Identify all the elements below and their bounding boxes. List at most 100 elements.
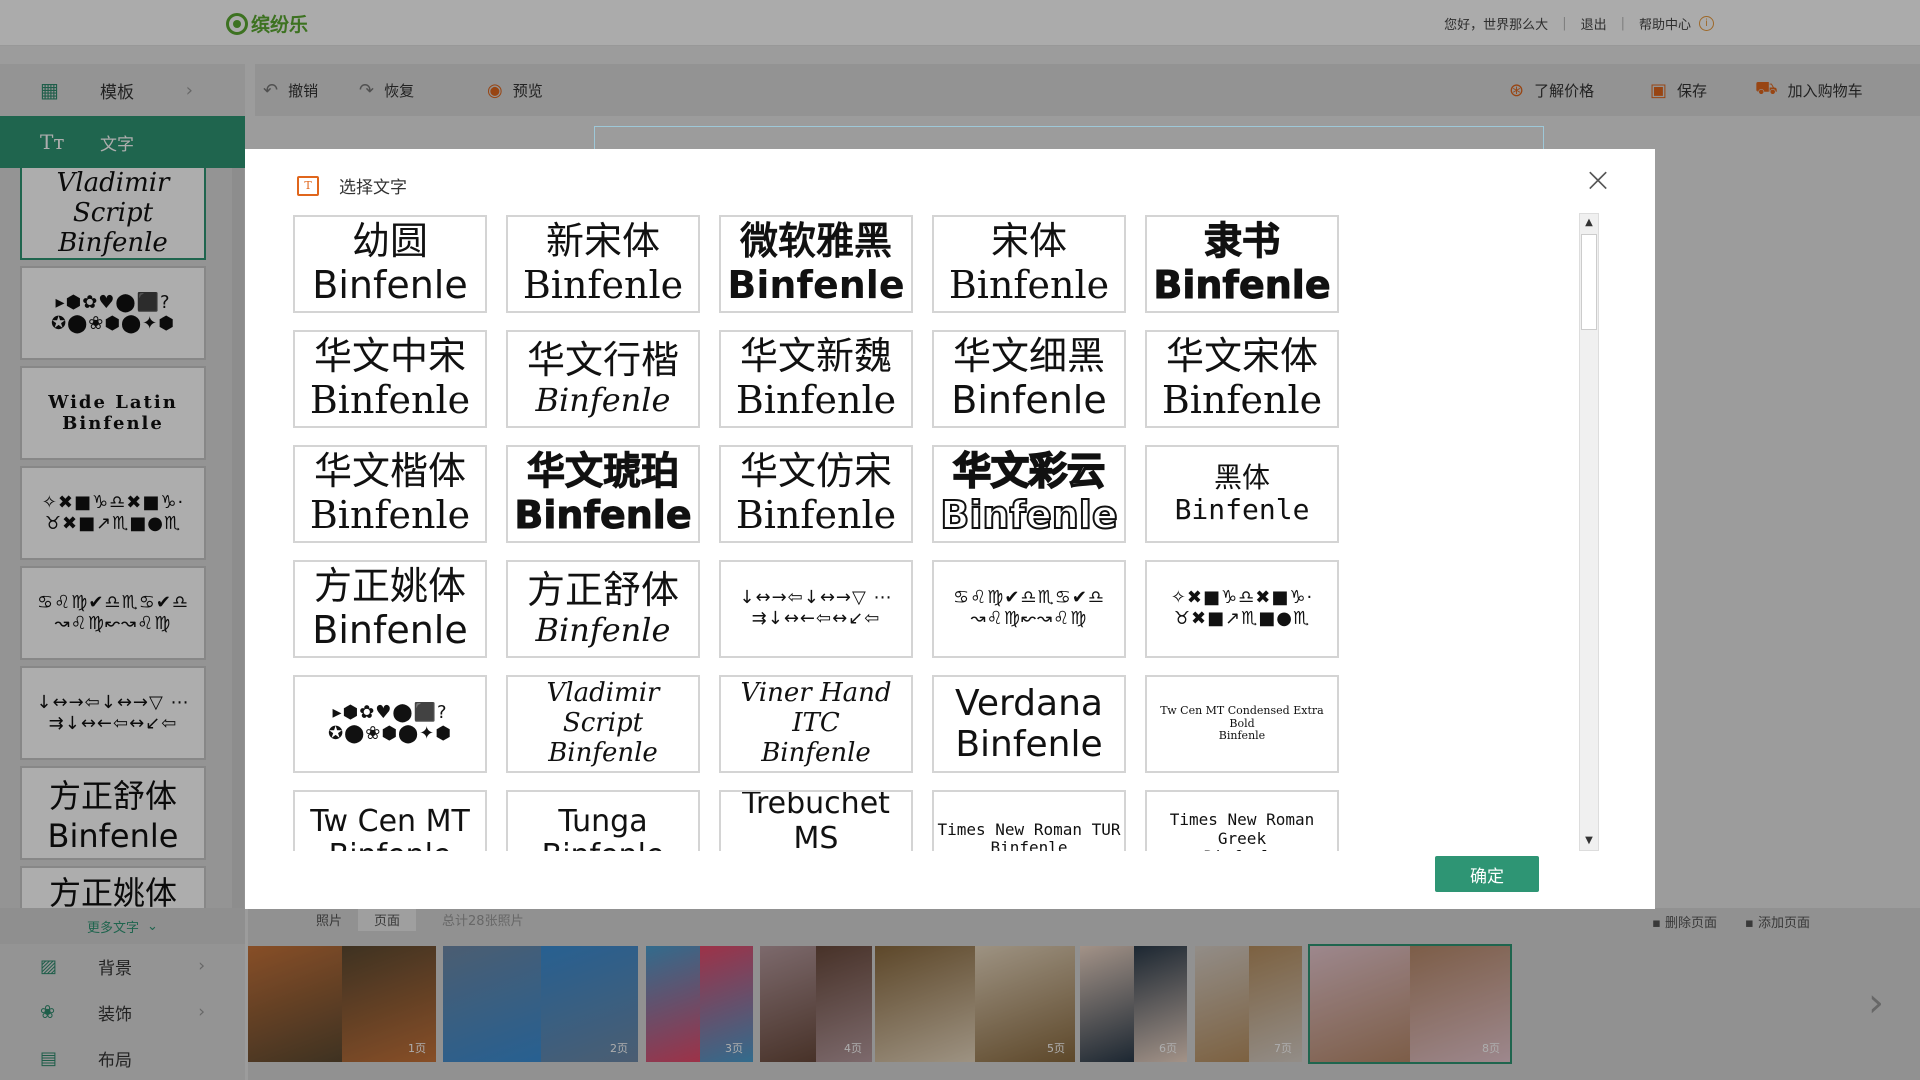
font-option[interactable]: 幼圆 Binfenle [293, 215, 487, 313]
font-option-name: 隶书 [1203, 219, 1280, 264]
font-option[interactable]: ↓↔→⇦↓↔→▽ ⋯ ⇉↓↔←⇦↔↙⇦ [719, 560, 913, 658]
font-option-name: ↓↔→⇦↓↔→▽ ⋯ [739, 587, 893, 609]
font-option-name: 华文行楷 [526, 337, 679, 382]
font-option-name: ♋♌♍✔♎♏♋✔♎ [952, 587, 1106, 609]
font-option-name: 华文琥珀 [526, 449, 679, 494]
font-option[interactable]: 华文中宋 Binfenle [293, 330, 487, 428]
font-option[interactable]: Times New Roman GreekBinfenle [1145, 790, 1339, 851]
font-option-sample: Binfenle [1203, 847, 1280, 851]
font-option[interactable]: ✧✖■♑♎✖■♑· ♉✖■↗♏■●♏ [1145, 560, 1339, 658]
font-option[interactable]: 华文行楷 Binfenle [506, 330, 700, 428]
font-option-sample: Binfenle [948, 263, 1110, 307]
font-option-sample: Binfenle [309, 378, 471, 422]
font-option[interactable]: 华文宋体 Binfenle [1145, 330, 1339, 428]
font-option[interactable]: Viner Hand ITC Binfenle [719, 675, 913, 773]
font-option-name: 华文仿宋 [739, 449, 892, 494]
font-option-sample: Binfenle [548, 737, 658, 768]
font-option-sample: Binfenle [939, 492, 1118, 537]
font-grid-viewport: 幼圆 Binfenle 新宋体 Binfenle 微软雅黑 Binfenle 宋体 Binfe… [293, 215, 1343, 851]
font-option[interactable]: Vladimir Script Binfenle [506, 675, 700, 773]
font-option[interactable]: 新宋体 Binfenle [506, 215, 700, 313]
font-option-sample: Binfenle [535, 381, 671, 420]
font-option[interactable]: ♋♌♍✔♎♏♋✔♎ ↝♌♍↜↝♌♍ [932, 560, 1126, 658]
font-option[interactable]: 华文仿宋 Binfenle [719, 445, 913, 543]
font-option-name: 黑体 [1213, 460, 1270, 494]
font-option[interactable]: Verdana Binfenle [932, 675, 1126, 773]
font-option-name: ▸⬢✿♥⬤⬛? [332, 702, 448, 724]
font-option[interactable]: ▸⬢✿♥⬤⬛? ✪⬤❀⬢⬤✦⬢ [293, 675, 487, 773]
font-option-name: Viner Hand ITC [740, 678, 892, 739]
scroll-down-icon[interactable]: ▼ [1580, 832, 1598, 850]
font-option[interactable]: 方正姚体 Binfenle [293, 560, 487, 658]
font-option-name: 华文彩云 [952, 449, 1106, 494]
font-option-sample: Binfenle [329, 838, 452, 851]
font-option-sample: Binfenle [990, 838, 1068, 851]
font-option-name: 新宋体 [545, 219, 660, 264]
font-grid: 幼圆 Binfenle 新宋体 Binfenle 微软雅黑 Binfenle 宋体 Binfe… [293, 215, 1343, 851]
font-option[interactable]: 隶书 Binfenle [1145, 215, 1339, 313]
font-option[interactable]: 华文细黑 Binfenle [932, 330, 1126, 428]
font-option-sample: Binfenle [1153, 263, 1331, 307]
font-option-name: Times New Roman Greek [1169, 810, 1315, 848]
font-option-name: Verdana [955, 682, 1103, 724]
font-option-name: Tunga [558, 803, 648, 839]
scroll-up-icon[interactable]: ▲ [1580, 214, 1598, 232]
font-option-name: ✧✖■♑♎✖■♑· [1170, 587, 1314, 609]
font-option-name: 华文新魏 [739, 334, 892, 379]
font-option-name: 微软雅黑 [739, 219, 892, 264]
font-option-sample: Binfenle [1174, 493, 1310, 526]
font-option-name: 方正姚体 [313, 564, 466, 609]
font-option-name: Trebuchet MS [742, 790, 890, 851]
font-option-sample: Binfenle [1161, 378, 1323, 422]
font-option[interactable]: 微软雅黑 Binfenle [719, 215, 913, 313]
font-option[interactable]: Times New Roman TUR Binfenle [932, 790, 1126, 851]
font-option-name: Times New Roman TUR [937, 819, 1121, 839]
font-option[interactable]: Tw Cen MT Condensed Extra Bold Binfenle [1145, 675, 1339, 773]
text-icon: T [297, 175, 319, 196]
font-option[interactable]: Tw Cen MTBinfenle [293, 790, 487, 851]
font-option-name: 幼圆 [351, 219, 428, 264]
font-option-sample: Binfenle [522, 263, 684, 307]
font-option-sample: Binfenle [727, 263, 905, 307]
font-option-sample: ✪⬤❀⬢⬤✦⬢ [328, 723, 452, 744]
font-option[interactable]: 方正舒体 Binfenle [506, 560, 700, 658]
font-option[interactable]: 黑体 Binfenle [1145, 445, 1339, 543]
font-option-sample: Binfenle [735, 493, 897, 537]
font-option-sample: ♉✖■↗♏■●♏ [1173, 608, 1311, 629]
select-text-dialog: T 选择文字 × 幼圆 Binfenle 新宋体 Binfenle 微软雅黑 Binfen… [245, 149, 1655, 909]
font-option-name: 华文细黑 [952, 334, 1105, 379]
font-option-sample: ⇉↓↔←⇦↔↙⇦ [751, 608, 881, 629]
dialog-title: 选择文字 [339, 178, 407, 198]
font-option-sample: Binfenle [951, 378, 1107, 422]
font-option-sample: Binfenle [955, 724, 1103, 765]
scroll-thumb[interactable] [1581, 234, 1597, 330]
font-option-sample: Binfenle [312, 263, 468, 307]
font-option-name: 华文中宋 [313, 334, 466, 379]
font-option-name: Vladimir Script [546, 678, 660, 739]
confirm-button[interactable]: 确定 [1435, 856, 1539, 892]
font-option-sample: Binfenle [735, 378, 897, 422]
font-option-sample: Binfenle [535, 611, 671, 650]
font-option[interactable]: 华文琥珀 Binfenle [506, 445, 700, 543]
close-button[interactable]: × [1583, 163, 1613, 197]
font-option-sample: Binfenle [761, 737, 871, 768]
dialog-scrollbar[interactable]: ▲ ▼ [1579, 213, 1599, 851]
dialog-header: T 选择文字 [297, 173, 407, 198]
font-option-sample: ↝♌♍↜↝♌♍ [970, 608, 1088, 629]
font-option-name: 华文宋体 [1165, 334, 1318, 379]
font-option[interactable]: 华文彩云 Binfenle [932, 445, 1126, 543]
font-option-name: Tw Cen MT Condensed Extra Bold [1160, 704, 1324, 730]
font-option-name: Tw Cen MT [310, 803, 470, 839]
font-option-sample: Binfenle [312, 608, 468, 652]
font-option[interactable]: 华文楷体 Binfenle [293, 445, 487, 543]
font-option[interactable]: Trebuchet MSBinfenle [719, 790, 913, 851]
font-option[interactable]: 华文新魏 Binfenle [719, 330, 913, 428]
font-option-name: 华文楷体 [313, 449, 466, 494]
font-option-sample: Binfenle [542, 838, 665, 851]
font-option-name: 宋体 [990, 219, 1067, 264]
font-option[interactable]: TungaBinfenle [506, 790, 700, 851]
font-option[interactable]: 宋体 Binfenle [932, 215, 1126, 313]
font-option-sample: Binfenle [309, 493, 471, 537]
font-option-sample: Binfenle [514, 493, 692, 537]
font-option-sample: Binfenle [1218, 729, 1266, 743]
